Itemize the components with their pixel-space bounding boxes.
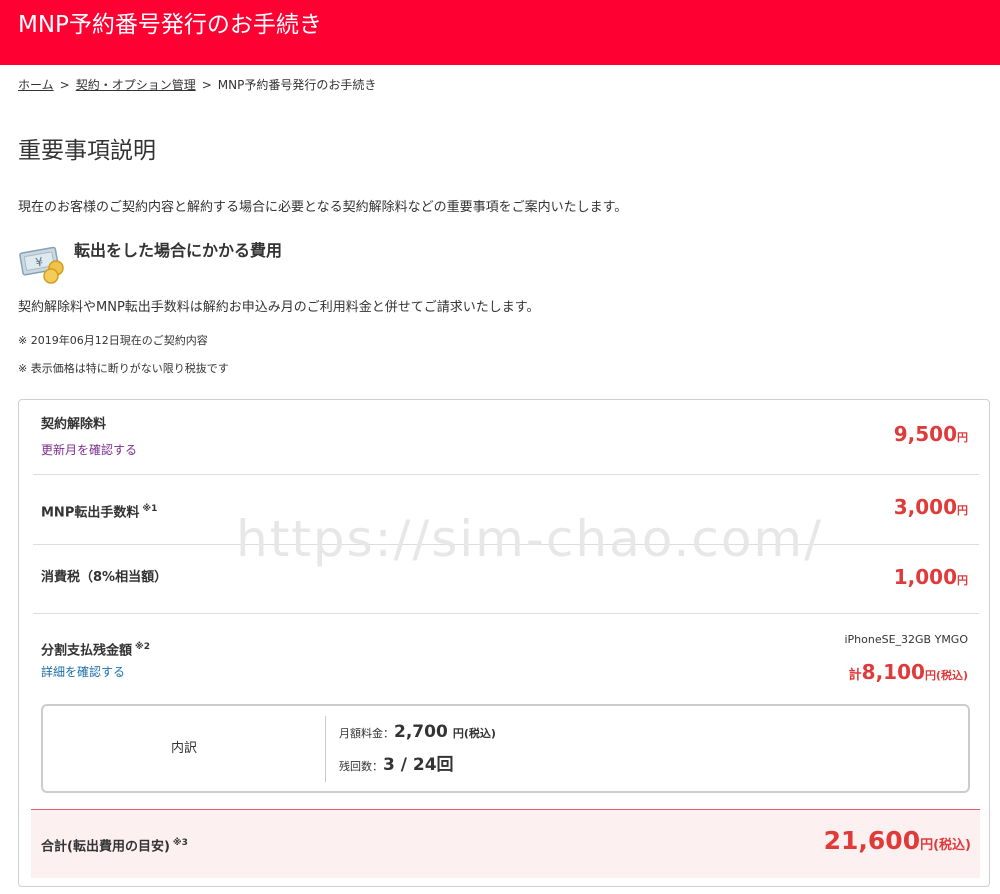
- installment-label-text: 分割支払残金額: [41, 643, 133, 659]
- tax-amount: 1,000円: [894, 565, 968, 589]
- tax-note: ※ 表示価格は特に断りがない限り税抜です: [18, 362, 229, 375]
- total-amount: 21,600円(税込): [824, 826, 971, 855]
- breadcrumb-separator: >: [201, 78, 212, 92]
- currency-unit-tax-included: 円(税込): [924, 669, 968, 682]
- total-label: 合計(転出費用の目安) ※3: [41, 834, 188, 856]
- header-title: MNP予約番号発行のお手続き: [18, 12, 322, 38]
- remaining-count-line: 残回数：3 / 24回: [339, 754, 454, 778]
- mnp-fee-label: MNP転出手数料 ※1: [41, 500, 157, 522]
- total-label-text: 合計(転出費用の目安): [41, 839, 170, 855]
- billing-note: 契約解除料やMNP転出手数料は解約お申込み月のご利用料金と併せてご請求いたします…: [18, 300, 540, 315]
- breadcrumb-contract-link[interactable]: 契約・オプション管理: [76, 78, 196, 92]
- total-value: 21,600: [823, 826, 921, 855]
- cancellation-fee-label: 契約解除料: [41, 417, 107, 432]
- total-prefix: 計: [848, 668, 862, 683]
- currency-unit: 円: [957, 504, 968, 517]
- money-icon: ¥: [19, 246, 64, 284]
- breakdown-label: 内訳: [170, 741, 197, 756]
- installment-value: 8,100: [861, 660, 925, 684]
- contract-date-note: ※ 2019年06月12日現在のご契約内容: [18, 334, 208, 347]
- mnp-fee-value: 3,000: [893, 495, 957, 519]
- installment-label: 分割支払残金額 ※2: [41, 638, 150, 660]
- section-heading: 転出をした場合にかかる費用: [74, 241, 283, 260]
- mnp-fee-amount: 3,000円: [894, 495, 968, 519]
- footnote-mark: ※3: [172, 838, 188, 848]
- tax-value: 1,000: [893, 565, 957, 589]
- breakdown-box: 内訳 月額料金：2,700 円(税込) 残回数：3 / 24回: [41, 704, 970, 793]
- page-header: MNP予約番号発行のお手続き: [0, 0, 1000, 65]
- check-details-link[interactable]: 詳細を確認する: [41, 664, 125, 680]
- monthly-fee-suffix: 円(税込): [452, 727, 496, 740]
- total-row: 合計(転出費用の目安) ※3 21,600円(税込): [31, 809, 980, 878]
- device-name: iPhoneSE_32GB YMGO: [844, 633, 968, 646]
- installment-amount: 計8,100円(税込): [849, 660, 968, 684]
- breadcrumb: ホーム > 契約・オプション管理 > MNP予約番号発行のお手続き: [18, 76, 376, 94]
- monthly-fee-line: 月額料金：2,700 円(税込): [339, 721, 496, 745]
- monthly-fee-key: 月額料金：: [339, 727, 394, 740]
- remaining-count-key: 残回数：: [339, 760, 383, 773]
- mnp-fee-label-text: MNP転出手数料: [41, 505, 140, 521]
- breadcrumb-separator: >: [59, 78, 70, 92]
- footnote-mark: ※2: [135, 642, 151, 652]
- page-title: 重要事項説明: [18, 138, 156, 164]
- check-renewal-month-link[interactable]: 更新月を確認する: [41, 442, 137, 458]
- breadcrumb-home-link[interactable]: ホーム: [18, 78, 54, 92]
- breakdown-divider: [325, 716, 326, 782]
- row-divider: [33, 474, 979, 475]
- remaining-count-value: 3 / 24回: [383, 755, 454, 775]
- currency-unit-tax-included: 円(税込): [920, 838, 971, 853]
- currency-unit: 円: [957, 574, 968, 587]
- monthly-fee-value: 2,700: [394, 722, 448, 742]
- cancellation-fee-amount: 9,500円: [894, 422, 968, 446]
- cancellation-fee-value: 9,500: [893, 422, 957, 446]
- fee-panel: 契約解除料 更新月を確認する 9,500円 MNP転出手数料 ※1 3,000円 …: [18, 399, 990, 887]
- row-divider: [33, 544, 979, 545]
- row-divider: [33, 613, 979, 614]
- tax-label: 消費税（8%相当額）: [41, 570, 168, 585]
- breadcrumb-current: MNP予約番号発行のお手続き: [217, 78, 377, 92]
- intro-text: 現在のお客様のご契約内容と解約する場合に必要となる契約解除料などの重要事項をご案…: [18, 200, 628, 215]
- currency-unit: 円: [957, 431, 968, 444]
- footnote-mark: ※1: [142, 504, 158, 514]
